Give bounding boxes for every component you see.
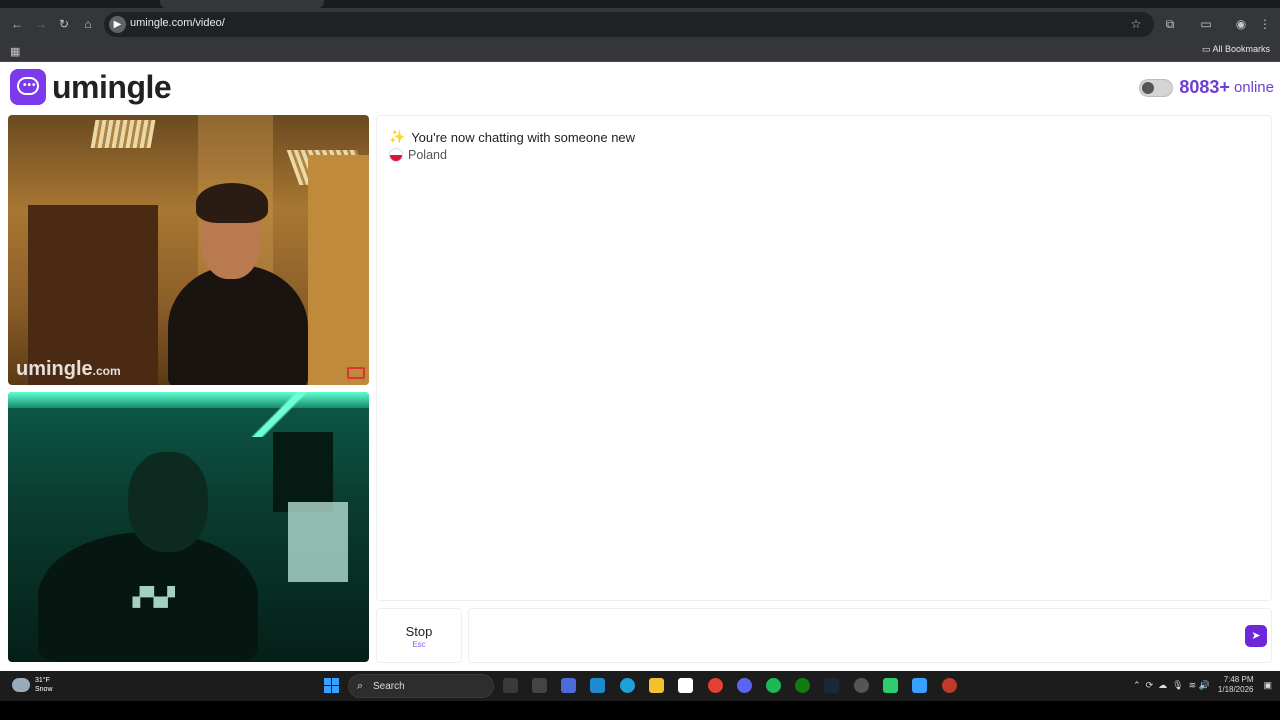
umingle-page: ••• umingle 8083+ online umingle.com ▞▚▞… [0,63,1280,668]
report-icon[interactable] [347,367,365,379]
browser-toolbar: ← → ↻ ⌂ ▶ umingle.com/video/ ☆ ⧉ ▭ ◉ ⋮ [0,8,1280,40]
tray-chevron-icon[interactable]: ⌃ [1133,680,1141,691]
wifi-icon[interactable]: ≋ [1189,680,1197,691]
taskbar-search-label: Search [373,681,405,692]
site-info-icon[interactable]: ▶ [109,16,126,33]
poland-flag-icon [389,148,403,162]
app-blue-icon[interactable] [590,678,605,693]
chat-panel: ✨ You're now chatting with someone new P… [376,115,1272,601]
stop-shortcut-hint: Esc [412,640,426,649]
back-icon[interactable]: ← [10,17,24,31]
reload-icon[interactable]: ↻ [57,17,71,31]
copilot-icon[interactable] [561,678,576,693]
stranger-country: Poland [389,148,447,162]
url-text[interactable]: umingle.com/video/ [130,17,225,29]
site-logo[interactable]: ••• umingle [10,68,172,105]
country-name: Poland [408,148,447,162]
umingle-watermark: umingle.com [16,358,121,380]
forward-icon[interactable]: → [34,17,48,31]
shirt-graphic: ▞▚▞ [133,587,175,607]
file-explorer-icon[interactable] [649,678,664,693]
discord-icon[interactable] [737,678,752,693]
sparkle-icon: ✨ [389,129,406,144]
ceiling-light [90,120,156,148]
app-bird-icon[interactable] [912,678,927,693]
app-circle-icon[interactable] [854,678,869,693]
stranger-video: umingle.com [8,115,369,385]
status-message: ✨ You're now chatting with someone new [389,129,635,145]
weather-widget[interactable]: 31°F Snow [12,676,53,694]
pc-case [288,502,348,582]
snow-cloud-icon [12,678,30,692]
xbox-icon[interactable] [795,678,810,693]
apps-grid-icon[interactable]: ▦ [10,45,20,58]
mic-icon[interactable]: 🎙 [1172,680,1183,691]
spotify-icon[interactable] [766,678,781,693]
app-green-icon[interactable] [883,678,898,693]
stop-label: Stop [405,624,433,639]
weather-temp: 31°F [35,677,50,684]
app-red-icon[interactable] [942,678,957,693]
send-icon[interactable]: ➤ [1245,625,1267,647]
stranger-hair [196,183,268,223]
stop-button[interactable]: Stop Esc [376,608,462,663]
steam-icon[interactable] [824,678,839,693]
home-icon[interactable]: ⌂ [81,17,95,31]
bookmarks-bar: ▦ ▭ All Bookmarks [0,40,1280,62]
side-panel-icon[interactable]: ▭ [1199,17,1213,31]
system-tray: ⌃ ⟳ ☁ 🎙 ≋ 🔊 7:48 PM 1/18/2026 ▣ [1133,675,1272,695]
notification-icon[interactable]: ▣ [1263,680,1272,691]
neon-light [8,392,369,408]
logo-text: umingle [52,68,172,105]
browser-chrome: ← → ↻ ⌂ ▶ umingle.com/video/ ☆ ⧉ ▭ ◉ ⋮ ▦… [0,0,1280,62]
chrome-icon[interactable] [708,678,723,693]
chat-message-input[interactable] [468,608,1272,663]
cloud-icon[interactable]: ☁ [1158,680,1167,691]
online-indicator: 8083+ online [1139,77,1274,98]
active-tab[interactable] [160,0,324,8]
terminal-icon[interactable] [532,678,547,693]
address-bar[interactable]: ▶ umingle.com/video/ [104,12,1154,37]
taskbar-search[interactable]: ⌕ Search [348,674,494,698]
sync-icon[interactable]: ⟳ [1146,680,1154,691]
status-message-text: You're now chatting with someone new [411,129,636,145]
window-curtain [308,155,369,385]
clock-time: 7:48 PM [1223,675,1254,684]
clock-date: 1/18/2026 [1217,685,1254,694]
self-video: ▞▚▞ [8,392,369,662]
neon-light-diagonal [248,392,308,437]
edge-icon[interactable] [620,678,635,693]
all-bookmarks-label: All Bookmarks [1212,44,1270,54]
screen-border [0,701,1280,720]
task-view-icon[interactable] [503,678,518,693]
volume-icon[interactable]: 🔊 [1199,680,1210,691]
monitor [273,432,333,512]
windows-start-icon[interactable] [324,678,339,693]
tab-strip [0,0,1280,8]
store-icon[interactable] [678,678,693,693]
menu-kebab-icon[interactable]: ⋮ [1258,17,1272,31]
bookmark-star-icon[interactable]: ☆ [1129,17,1143,31]
weather-condition: Snow [35,686,53,693]
stranger-body [168,265,308,385]
theme-toggle[interactable] [1139,78,1174,97]
taskbar: 31°F Snow ⌕ Search ⌃ ⟳ ☁ 🎙 ≋ 🔊 7:48 PM 1… [0,671,1280,701]
online-count: 8083+ [1179,77,1230,97]
chat-bubble-icon: ••• [10,69,46,105]
clock[interactable]: 7:48 PM 1/18/2026 [1218,675,1254,695]
extensions-icon[interactable]: ⧉ [1163,17,1177,31]
profile-avatar-icon[interactable]: ◉ [1234,17,1248,31]
online-label: online [1233,79,1274,96]
all-bookmarks-button[interactable]: ▭ All Bookmarks [1202,44,1270,55]
search-icon: ⌕ [357,680,364,692]
self-head [128,452,208,552]
